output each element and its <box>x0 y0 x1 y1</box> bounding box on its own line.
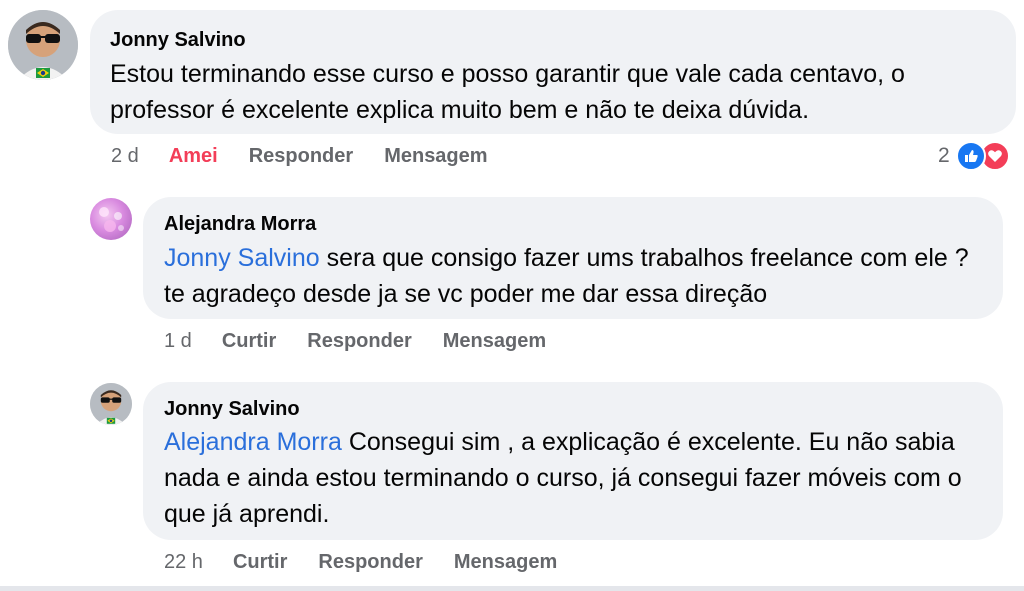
profile-photo-icon <box>99 207 124 232</box>
comment-author[interactable]: Alejandra Morra <box>164 213 316 236</box>
profile-photo-icon <box>90 383 132 425</box>
avatar-alejandra-morra[interactable] <box>90 198 132 240</box>
reply-button[interactable]: Responder <box>249 145 353 168</box>
comment-author[interactable]: Jonny Salvino <box>164 398 300 421</box>
divider <box>0 586 1024 591</box>
like-button[interactable]: Curtir <box>233 551 287 574</box>
profile-photo-icon <box>8 10 78 80</box>
reaction-button[interactable]: Amei <box>169 145 218 168</box>
comment-timestamp[interactable]: 2 d <box>111 145 139 168</box>
message-button[interactable]: Mensagem <box>443 330 546 353</box>
avatar-jonny-salvino[interactable] <box>90 383 132 425</box>
mention-link[interactable]: Alejandra Morra <box>164 428 342 456</box>
message-button[interactable]: Mensagem <box>454 551 557 574</box>
comment-actions: 1 d Curtir Responder Mensagem <box>164 330 577 353</box>
comment-text: Estou terminando esse curso e posso gara… <box>110 60 905 124</box>
thumbs-up-icon <box>955 141 986 171</box>
reply-button[interactable]: Responder <box>318 551 422 574</box>
like-button[interactable]: Curtir <box>222 330 276 353</box>
avatar-jonny-salvino[interactable] <box>8 10 78 80</box>
reaction-summary[interactable]: 2 <box>938 141 1010 171</box>
comment-actions: 22 h Curtir Responder Mensagem <box>164 551 588 574</box>
comment-author[interactable]: Jonny Salvino <box>110 29 246 52</box>
reply-button[interactable]: Responder <box>307 330 411 353</box>
mention-link[interactable]: Jonny Salvino <box>164 244 320 272</box>
comment-timestamp[interactable]: 22 h <box>164 551 203 574</box>
comment-timestamp[interactable]: 1 d <box>164 330 192 353</box>
message-button[interactable]: Mensagem <box>384 145 487 168</box>
comment-text: Jonny Salvino sera que consigo fazer ums… <box>164 240 994 312</box>
comment-text: Alejandra Morra Consegui sim , a explica… <box>164 424 994 532</box>
reaction-count: 2 <box>938 144 950 167</box>
comment-actions: 2 d Amei Responder Mensagem <box>111 145 519 168</box>
